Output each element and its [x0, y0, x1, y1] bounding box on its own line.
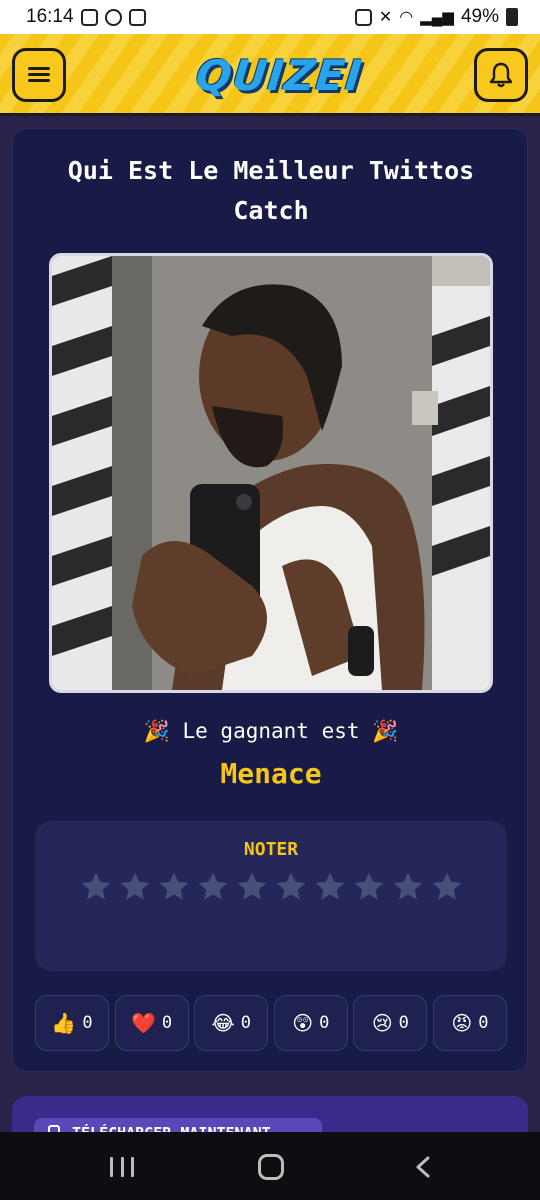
reaction-button[interactable]: 😢 0: [353, 995, 428, 1051]
star-icon[interactable]: [273, 869, 309, 905]
notification-icon: [80, 8, 98, 26]
star-icon[interactable]: [429, 869, 465, 905]
dnd-icon: [104, 8, 122, 26]
reaction-button[interactable]: 😡 0: [432, 995, 507, 1051]
winner-announcement: 🎉 Le gagnant est 🎉: [143, 719, 399, 743]
star-icon[interactable]: [390, 869, 426, 905]
reaction-emoji-icon: 😡: [451, 1011, 473, 1035]
star-icon[interactable]: [117, 869, 153, 905]
reaction-emoji-icon: 👍: [51, 1011, 77, 1035]
app-header: QUIZEI: [0, 34, 540, 116]
app-notification-icon: [128, 8, 146, 26]
reaction-count: 0: [398, 1013, 409, 1033]
star-icon[interactable]: [312, 869, 348, 905]
reaction-count: 0: [319, 1013, 330, 1033]
reaction-emoji-icon: 😲: [292, 1011, 314, 1035]
winner-name: Menace: [220, 757, 322, 790]
recents-button[interactable]: [110, 1157, 134, 1177]
reaction-count: 0: [161, 1013, 173, 1033]
menu-button[interactable]: [12, 48, 66, 102]
wifi-icon: ◠: [399, 9, 414, 26]
reaction-emoji-icon: ❤️: [131, 1011, 156, 1035]
notifications-button[interactable]: [474, 48, 528, 102]
star-icon[interactable]: [195, 869, 231, 905]
star-icon[interactable]: [351, 869, 387, 905]
reaction-count: 0: [478, 1013, 489, 1033]
battery-text: 49%: [460, 6, 499, 27]
bell-icon: [489, 62, 513, 88]
reaction-button[interactable]: 😂 0: [194, 995, 269, 1051]
reactions-bar: 👍 0 ❤️ 0 😂 0 😲 0 😢 0 😡 0: [35, 995, 507, 1051]
reaction-emoji-icon: 😢: [371, 1011, 393, 1035]
app-logo[interactable]: QUIZEI: [193, 50, 364, 102]
rating-label: NOTER: [243, 839, 299, 860]
back-button[interactable]: [414, 1156, 432, 1178]
home-button[interactable]: [258, 1154, 284, 1180]
status-time: 16:14: [26, 6, 74, 27]
system-nav-bar: [0, 1132, 540, 1200]
reaction-button[interactable]: 👍 0: [35, 995, 109, 1051]
rating-panel: NOTER: [35, 821, 507, 971]
star-icon[interactable]: [234, 869, 270, 905]
signal-icon: ▂▄▆: [420, 9, 454, 26]
hamburger-menu-icon: [28, 67, 50, 83]
star-icon[interactable]: [156, 869, 192, 905]
reaction-button[interactable]: 😲 0: [273, 995, 348, 1051]
reaction-emoji-icon: 😂: [211, 1011, 235, 1035]
quiz-result-card: Qui Est Le Meilleur Twittos Catch 🎉 Le g…: [12, 128, 528, 1072]
star-icon[interactable]: [78, 869, 114, 905]
reaction-button[interactable]: ❤️ 0: [114, 995, 189, 1051]
mute-icon: ✕: [378, 9, 393, 26]
quiz-title: Qui Est Le Meilleur Twittos Catch: [67, 156, 475, 225]
battery-icon: [506, 8, 518, 26]
star-rating: [35, 869, 507, 905]
reaction-count: 0: [240, 1013, 251, 1033]
lock-icon: [354, 8, 372, 26]
winner-photo: [49, 253, 493, 693]
reaction-count: 0: [82, 1013, 93, 1033]
status-bar: 16:14 ✕ ◠ ▂▄▆ 49%: [0, 0, 540, 34]
